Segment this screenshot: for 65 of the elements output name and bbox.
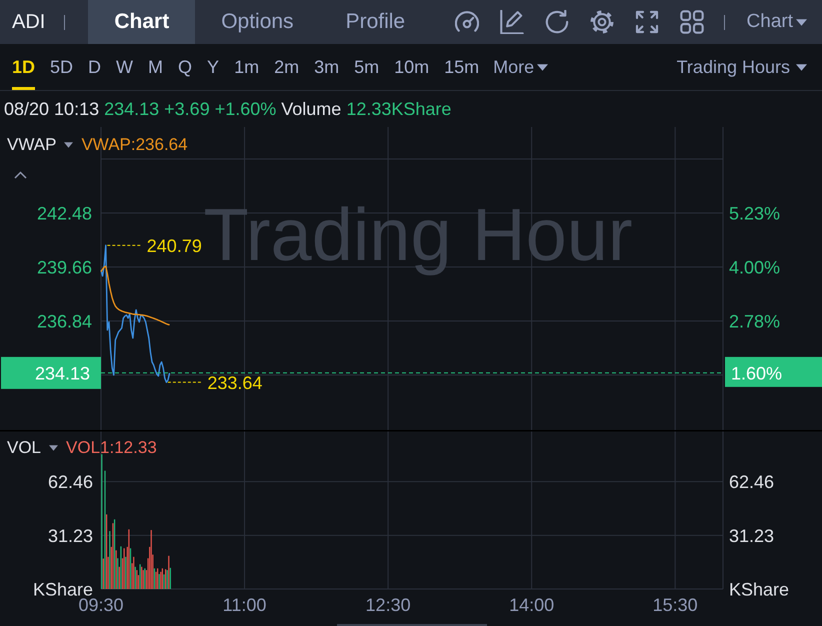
- high-price-label: 240.79: [146, 236, 202, 256]
- indicator-name[interactable]: VOL: [7, 438, 42, 458]
- caret-icon[interactable]: [64, 142, 74, 148]
- period-tab[interactable]: 5m: [354, 44, 380, 90]
- quote-time: 08/20 10:13: [4, 98, 100, 120]
- price-axis-label: 236.84: [36, 312, 92, 332]
- current-percent-tag: 1.60%: [725, 356, 822, 387]
- leader-line: [167, 382, 202, 383]
- period-tab[interactable]: 5D: [50, 44, 74, 90]
- tab[interactable]: Options: [195, 0, 320, 44]
- time-axis-label: 11:00: [222, 595, 266, 615]
- tab[interactable]: Profile: [320, 0, 432, 44]
- expand-icon[interactable]: [634, 10, 659, 34]
- volume-axis-label: 62.46: [48, 472, 93, 492]
- percent-axis-label: 4.00%: [729, 258, 780, 278]
- period-tab[interactable]: 2m: [274, 44, 300, 90]
- current-price-tag: 234.13: [1, 356, 101, 389]
- period-tab[interactable]: 3m: [314, 44, 340, 90]
- ref-line-label: 234.13: [34, 363, 90, 384]
- period-tab[interactable]: 10m: [394, 44, 430, 90]
- pencil-icon[interactable]: [500, 10, 524, 34]
- percent-change: +1.60%: [214, 98, 276, 120]
- price-axis-label: 239.66: [36, 258, 92, 278]
- ticker-symbol: ADI: [11, 10, 46, 34]
- percent-axis-label: 5.23%: [729, 204, 780, 224]
- volume-axis-label: 62.46: [729, 472, 774, 492]
- volume-axis-label: 31.23: [729, 526, 774, 546]
- caret-icon[interactable]: [49, 445, 58, 451]
- volume-label: Volume: [281, 98, 342, 120]
- time-axis-label: 15:30: [652, 595, 698, 615]
- last-price: 234.13: [104, 98, 160, 120]
- time-axis-label: 12:30: [366, 595, 411, 615]
- period-tab[interactable]: D: [88, 44, 102, 90]
- time-axis-label: 14:00: [509, 595, 554, 615]
- period-tab[interactable]: 1D: [12, 44, 36, 90]
- period-tab[interactable]: 1m: [234, 44, 260, 90]
- settings-icon[interactable]: [590, 10, 614, 34]
- period-tab[interactable]: W: [116, 44, 134, 90]
- gauge-icon[interactable]: [454, 10, 479, 34]
- chevron-up-icon[interactable]: [14, 171, 27, 179]
- refresh-icon[interactable]: [544, 10, 569, 34]
- caret-icon: [796, 18, 807, 26]
- percent-axis-label: 2.78%: [729, 312, 780, 332]
- grid-icon[interactable]: [680, 10, 704, 34]
- price-change: +3.69: [164, 98, 210, 120]
- volume-axis-label: 31.23: [48, 526, 93, 546]
- chart-type-menu[interactable]: Chart: [746, 0, 807, 44]
- price-axis-label: 242.48: [36, 204, 92, 224]
- tab[interactable]: Chart: [88, 0, 196, 44]
- indicator-value: VWAP:236.64: [81, 135, 188, 155]
- caret-icon: [537, 64, 548, 70]
- period-tab[interactable]: 15m: [444, 44, 480, 90]
- period-tab[interactable]: Q: [178, 44, 192, 90]
- caret-icon: [796, 64, 807, 70]
- more-menu[interactable]: More: [493, 44, 548, 90]
- period-tab[interactable]: Y: [207, 44, 220, 90]
- low-price-label: 233.64: [207, 372, 262, 393]
- period-tab[interactable]: M: [148, 44, 164, 90]
- volume-axis-label: KShare: [729, 580, 790, 600]
- scrollbar-thumb[interactable]: [337, 624, 487, 626]
- leader-line: [106, 244, 142, 246]
- indicator-name[interactable]: VWAP: [7, 135, 56, 155]
- indicator-value: VOL1:12.33: [66, 438, 157, 458]
- trading-hours-menu[interactable]: Trading Hours: [676, 44, 807, 90]
- volume-value: 12.33KShare: [346, 98, 452, 120]
